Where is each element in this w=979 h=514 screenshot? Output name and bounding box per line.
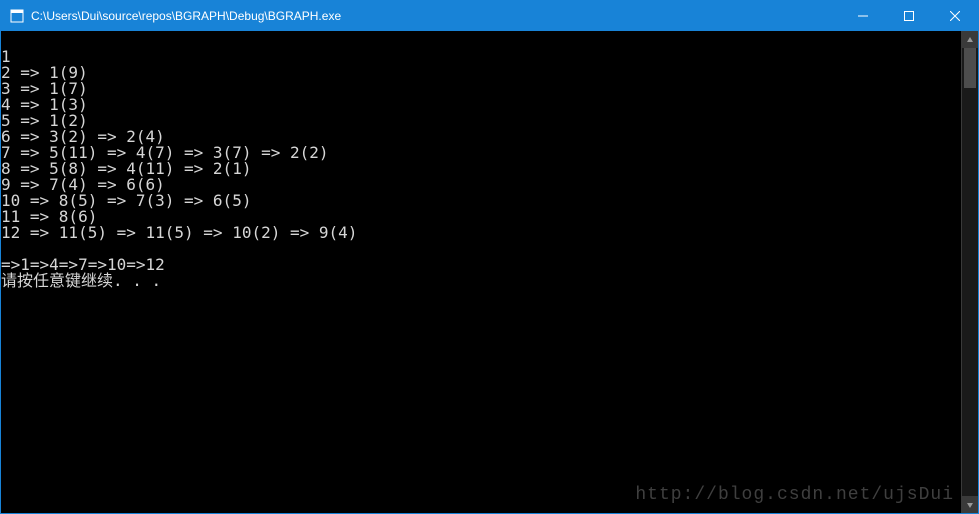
console-line: 1 — [1, 49, 961, 65]
console-line: 10 => 8(5) => 7(3) => 6(5) — [1, 193, 961, 209]
console-line: 12 => 11(5) => 11(5) => 10(2) => 9(4) — [1, 225, 961, 241]
console-area: 12 => 1(9)3 => 1(7)4 => 1(3)5 => 1(2)6 =… — [1, 31, 978, 513]
titlebar: C:\Users\Dui\source\repos\BGRAPH\Debug\B… — [1, 1, 978, 31]
scroll-track[interactable] — [962, 48, 978, 496]
minimize-button[interactable] — [840, 1, 886, 31]
maximize-button[interactable] — [886, 1, 932, 31]
console-line: 4 => 1(3) — [1, 97, 961, 113]
window-title: C:\Users\Dui\source\repos\BGRAPH\Debug\B… — [31, 9, 840, 23]
console-window: C:\Users\Dui\source\repos\BGRAPH\Debug\B… — [0, 0, 979, 514]
window-controls — [840, 1, 978, 31]
console-line: 请按任意键继续. . . — [1, 273, 961, 289]
vertical-scrollbar[interactable] — [961, 31, 978, 513]
console-line — [1, 33, 961, 49]
close-button[interactable] — [932, 1, 978, 31]
scroll-up-button[interactable] — [962, 31, 978, 48]
console-line: 3 => 1(7) — [1, 81, 961, 97]
scroll-down-button[interactable] — [962, 496, 978, 513]
console-line: 2 => 1(9) — [1, 65, 961, 81]
app-icon — [9, 8, 25, 24]
scroll-thumb[interactable] — [964, 48, 976, 88]
console-output[interactable]: 12 => 1(9)3 => 1(7)4 => 1(3)5 => 1(2)6 =… — [1, 31, 961, 513]
